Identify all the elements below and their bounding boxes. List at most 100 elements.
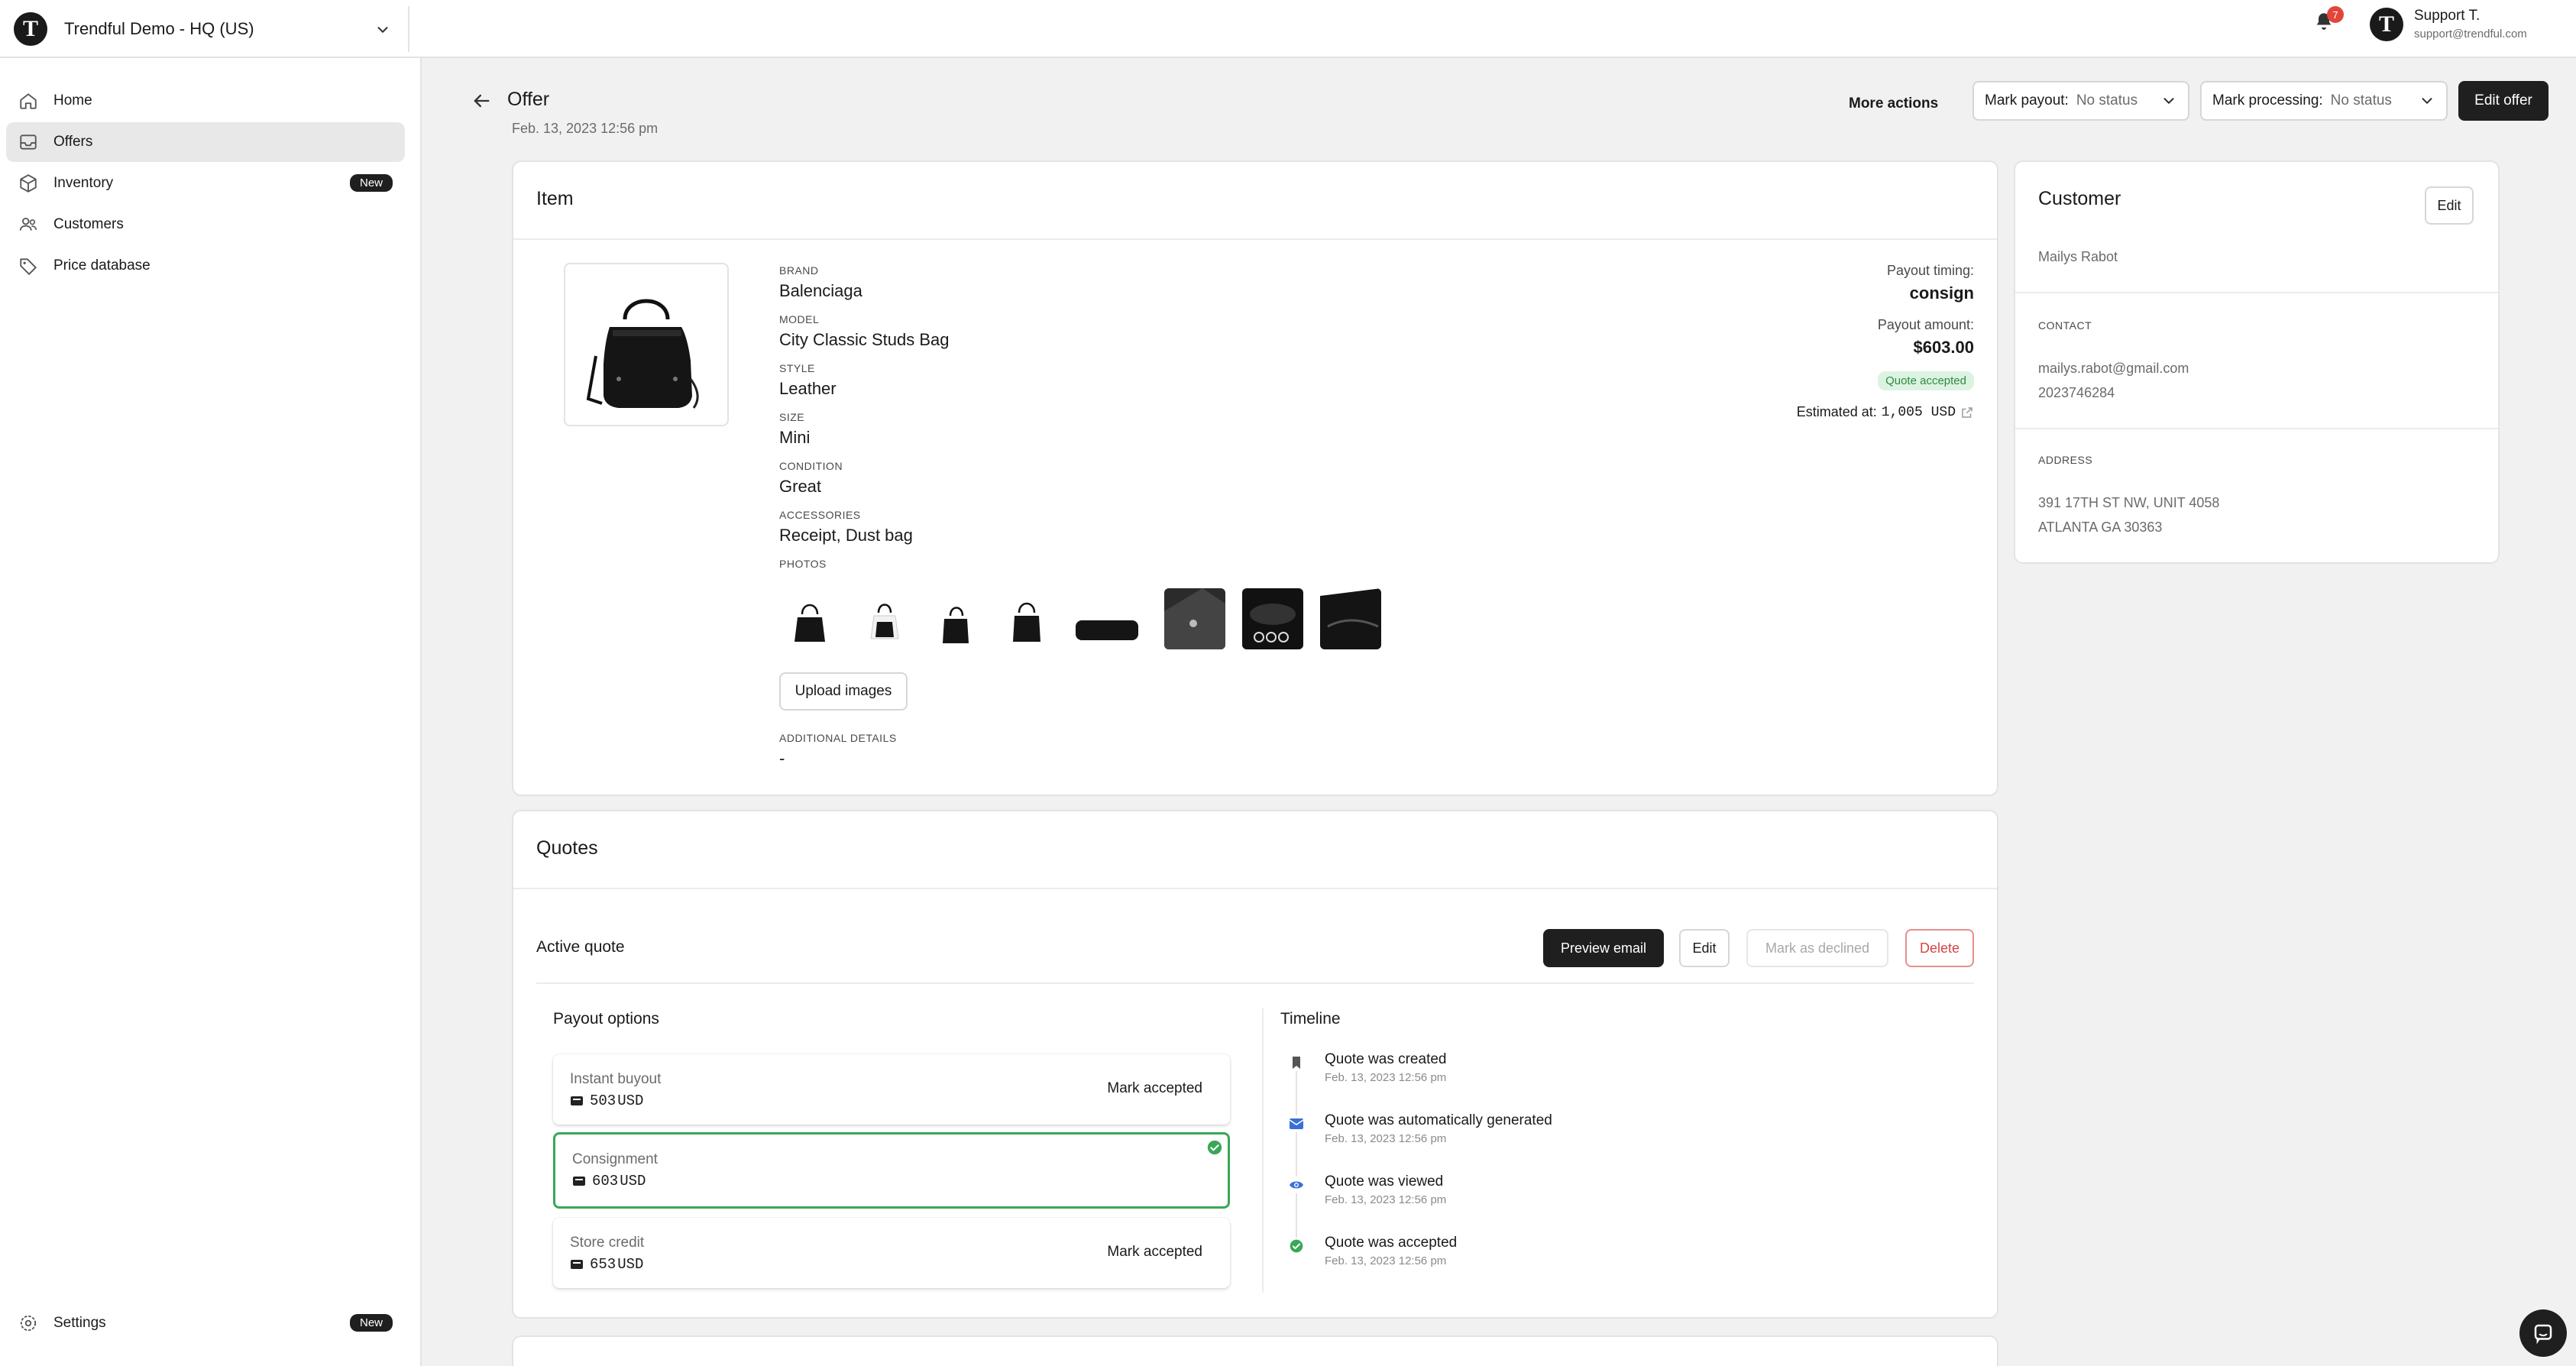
mark-payout-select[interactable]: Mark payout: No status: [1972, 81, 2189, 121]
item-main-image[interactable]: [564, 263, 729, 426]
payout-option-store-credit[interactable]: Store credit 653 USD Mark accepted: [553, 1218, 1230, 1288]
notification-count-badge: 7: [2327, 6, 2344, 23]
more-actions-button[interactable]: More actions: [1849, 87, 1938, 121]
divider: [513, 238, 1997, 240]
option-value: 603 USD: [572, 1173, 646, 1190]
divider: [536, 982, 1974, 984]
option-amount: 653: [590, 1256, 616, 1273]
item-photo[interactable]: [924, 588, 985, 649]
option-label: Instant buyout: [570, 1071, 662, 1087]
gear-icon: [17, 1312, 40, 1335]
edit-quote-button[interactable]: Edit: [1679, 929, 1730, 967]
chevron-down-icon: [374, 21, 391, 38]
item-photo[interactable]: [854, 588, 915, 649]
size-label: SIZE: [779, 411, 805, 423]
new-badge: New: [349, 1314, 393, 1332]
sidebar-item-customers[interactable]: Customers: [6, 205, 405, 244]
cash-icon: [572, 1175, 586, 1187]
timeline-line: [1296, 1068, 1297, 1253]
item-photo[interactable]: [1320, 588, 1381, 649]
cash-icon: [570, 1258, 584, 1271]
sidebar-item-offers[interactable]: Offers: [6, 122, 405, 162]
payout-amount-value: $603.00: [1913, 338, 1974, 357]
timeline-event-date: Feb. 13, 2023 12:56 pm: [1325, 1193, 1447, 1206]
top-bar: T Trendful Demo - HQ (US) 7 T Support T.…: [0, 0, 2576, 58]
model-value: City Classic Studs Bag: [779, 330, 950, 349]
sidebar-item-label: Settings: [53, 1315, 106, 1331]
estimated-value-row[interactable]: Estimated at: 1,005 USD: [1797, 404, 1974, 420]
delete-quote-button[interactable]: Delete: [1905, 929, 1974, 967]
model-label: MODEL: [779, 313, 820, 325]
payout-option-consignment[interactable]: Consignment 603 USD: [553, 1132, 1230, 1209]
payout-summary: Payout timing: consign Payout amount: $6…: [1797, 263, 1974, 420]
edit-offer-button[interactable]: Edit offer: [2458, 81, 2548, 121]
customer-email[interactable]: mailys.rabot@gmail.com: [2038, 361, 2189, 377]
sidebar-item-inventory[interactable]: Inventory New: [6, 163, 405, 203]
mark-processing-select[interactable]: Mark processing: No status: [2200, 81, 2448, 121]
estimated-value: 1,005 USD: [1881, 404, 1956, 420]
store-name: Trendful Demo - HQ (US): [64, 19, 254, 38]
bookmark-icon: [1288, 1054, 1305, 1071]
sidebar-item-label: Inventory: [53, 175, 114, 191]
user-email: support@trendful.com: [2414, 28, 2527, 40]
item-photo[interactable]: [1071, 588, 1143, 649]
sidebar-item-label: Offers: [53, 134, 93, 150]
timeline-event-date: Feb. 13, 2023 12:56 pm: [1325, 1132, 1447, 1145]
customer-phone[interactable]: 2023746284: [2038, 385, 2115, 401]
mark-accepted-button[interactable]: Mark accepted: [1107, 1244, 1202, 1261]
photos-label: PHOTOS: [779, 558, 827, 570]
user-avatar[interactable]: T: [2370, 8, 2403, 41]
style-label: STYLE: [779, 362, 815, 374]
mark-accepted-button[interactable]: Mark accepted: [1107, 1080, 1202, 1097]
sidebar-item-home[interactable]: Home: [6, 81, 405, 121]
tag-icon: [17, 254, 40, 277]
box-icon: [17, 172, 40, 195]
option-value: 653 USD: [570, 1256, 643, 1273]
item-photo[interactable]: [1164, 588, 1225, 649]
option-label: Store credit: [570, 1235, 645, 1251]
additional-details-value: -: [779, 749, 785, 768]
timeline-event-date: Feb. 13, 2023 12:56 pm: [1325, 1071, 1447, 1084]
additional-details-label: ADDITIONAL DETAILS: [779, 732, 897, 744]
sidebar-item-settings[interactable]: Settings New: [6, 1303, 405, 1343]
style-value: Leather: [779, 379, 837, 398]
edit-customer-button[interactable]: Edit: [2425, 186, 2474, 225]
item-photo[interactable]: [1242, 588, 1303, 649]
timeline-event-date: Feb. 13, 2023 12:56 pm: [1325, 1254, 1447, 1267]
sidebar-item-label: Price database: [53, 257, 150, 274]
check-circle-icon: [1288, 1238, 1305, 1254]
mark-processing-label: Mark processing:: [2212, 92, 2323, 108]
option-amount: 603: [592, 1173, 619, 1190]
user-name[interactable]: Support T.: [2414, 8, 2480, 24]
item-photo[interactable]: [996, 588, 1057, 649]
timeline-event-title: Quote was accepted: [1325, 1235, 1458, 1251]
item-photo[interactable]: [779, 588, 840, 649]
active-quote-label: Active quote: [536, 938, 625, 956]
back-arrow-icon[interactable]: [471, 90, 492, 112]
store-logo: T: [14, 12, 47, 46]
payout-option-instant-buyout[interactable]: Instant buyout 503 USD Mark accepted: [553, 1054, 1230, 1125]
preview-email-button[interactable]: Preview email: [1543, 929, 1664, 967]
accessories-label: ACCESSORIES: [779, 509, 861, 521]
sidebar-item-price-database[interactable]: Price database: [6, 246, 405, 286]
payout-amount-label: Payout amount:: [1877, 317, 1974, 332]
people-icon: [17, 213, 40, 236]
cash-icon: [570, 1095, 584, 1107]
payout-timing-value: consign: [1909, 283, 1974, 303]
option-label: Consignment: [572, 1151, 658, 1167]
upload-images-button[interactable]: Upload images: [779, 672, 908, 711]
mark-declined-button[interactable]: Mark as declined: [1746, 929, 1888, 967]
option-value: 503 USD: [570, 1092, 643, 1109]
timeline-event-title: Quote was created: [1325, 1051, 1447, 1067]
brand-value: Balenciaga: [779, 281, 862, 300]
eye-icon: [1288, 1177, 1305, 1193]
customer-name[interactable]: Mailys Rabot: [2038, 249, 2118, 265]
chat-launcher-button[interactable]: [2519, 1309, 2567, 1357]
estimated-label: Estimated at:: [1796, 404, 1877, 419]
store-switcher[interactable]: T Trendful Demo - HQ (US): [12, 6, 409, 52]
address-label: ADDRESS: [2038, 454, 2093, 466]
home-icon: [17, 89, 40, 112]
external-link-icon: [1960, 406, 1974, 419]
divider: [1262, 1008, 1264, 1293]
quotes-card-title: Quotes: [536, 837, 598, 859]
